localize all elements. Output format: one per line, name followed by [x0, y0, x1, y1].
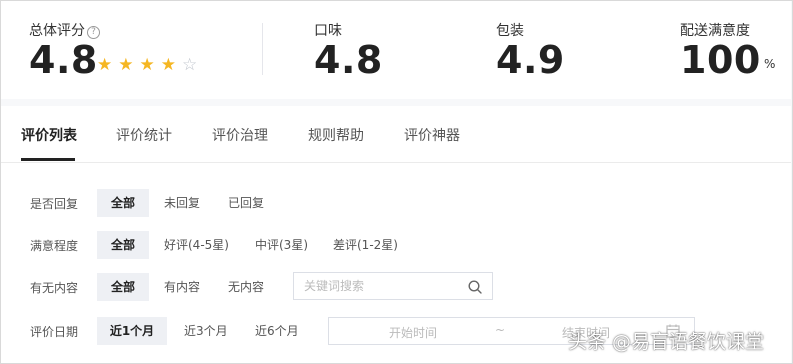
filter-content: 有无内容 全部 有内容 无内容	[1, 272, 791, 301]
review-panel: 评价列表 评价统计 评价治理 规则帮助 评价神器 是否回复 全部 未回复 已回复…	[1, 106, 791, 363]
option-all[interactable]: 全部	[97, 189, 149, 217]
option-replied[interactable]: 已回复	[214, 189, 278, 217]
active-tab-indicator	[21, 158, 75, 161]
watermark: 头条 @易盲语餐饮课堂	[568, 331, 765, 353]
start-date-placeholder[interactable]: 开始时间	[389, 324, 437, 341]
date-separator: ~	[495, 323, 506, 337]
option-negative[interactable]: 差评(1-2星)	[319, 231, 412, 259]
filter-satisfaction: 满意程度 全部 好评(4-5星) 中评(3星) 差评(1-2星)	[1, 231, 791, 259]
tab-bar: 评价列表 评价统计 评价治理 规则帮助 评价神器	[1, 106, 791, 163]
star-icon: ★	[139, 55, 155, 75]
option-all[interactable]: 全部	[97, 273, 149, 301]
option-positive[interactable]: 好评(4-5星)	[150, 231, 243, 259]
percent-unit: %	[764, 57, 776, 71]
option-all[interactable]: 全部	[97, 231, 149, 259]
search-icon[interactable]	[468, 280, 482, 294]
filter-label: 有无内容	[30, 281, 79, 295]
search-input[interactable]	[304, 278, 464, 294]
filter-reply-status: 是否回复 全部 未回复 已回复	[1, 189, 791, 217]
filter-label: 评价日期	[30, 325, 79, 339]
tab-review-stats[interactable]: 评价统计	[116, 125, 172, 145]
option-has-content[interactable]: 有内容	[150, 273, 214, 301]
star-icon: ★	[97, 55, 113, 75]
score-summary: 总体评分? 4.8 ★ ★ ★ ★ ☆ 口味 4.8 包装 4.9 配送满意度 100 …	[1, 1, 791, 99]
tab-review-governance[interactable]: 评价治理	[212, 125, 268, 145]
packaging-score-value: 4.9	[496, 38, 565, 82]
filter-label: 满意程度	[30, 239, 79, 253]
option-unreplied[interactable]: 未回复	[150, 189, 214, 217]
option-last-1-month[interactable]: 近1个月	[97, 317, 167, 345]
taste-score-value: 4.8	[314, 38, 383, 82]
option-no-content[interactable]: 无内容	[214, 273, 278, 301]
star-empty-icon: ☆	[182, 55, 198, 75]
delivery-score-value: 100	[680, 38, 761, 82]
tab-review-list[interactable]: 评价列表	[21, 125, 77, 145]
overall-score-value: 4.8	[29, 38, 98, 82]
divider	[262, 23, 263, 75]
filter-label: 是否回复	[30, 197, 79, 211]
tab-rules-help[interactable]: 规则帮助	[308, 125, 364, 145]
option-last-3-months[interactable]: 近3个月	[170, 317, 242, 345]
star-icon: ★	[118, 55, 134, 75]
keyword-search	[293, 272, 493, 300]
option-neutral[interactable]: 中评(3星)	[241, 231, 322, 259]
star-rating: ★ ★ ★ ★ ☆	[97, 55, 203, 74]
option-last-6-months[interactable]: 近6个月	[241, 317, 313, 345]
star-icon: ★	[160, 55, 176, 75]
tab-review-tool[interactable]: 评价神器	[404, 125, 460, 145]
